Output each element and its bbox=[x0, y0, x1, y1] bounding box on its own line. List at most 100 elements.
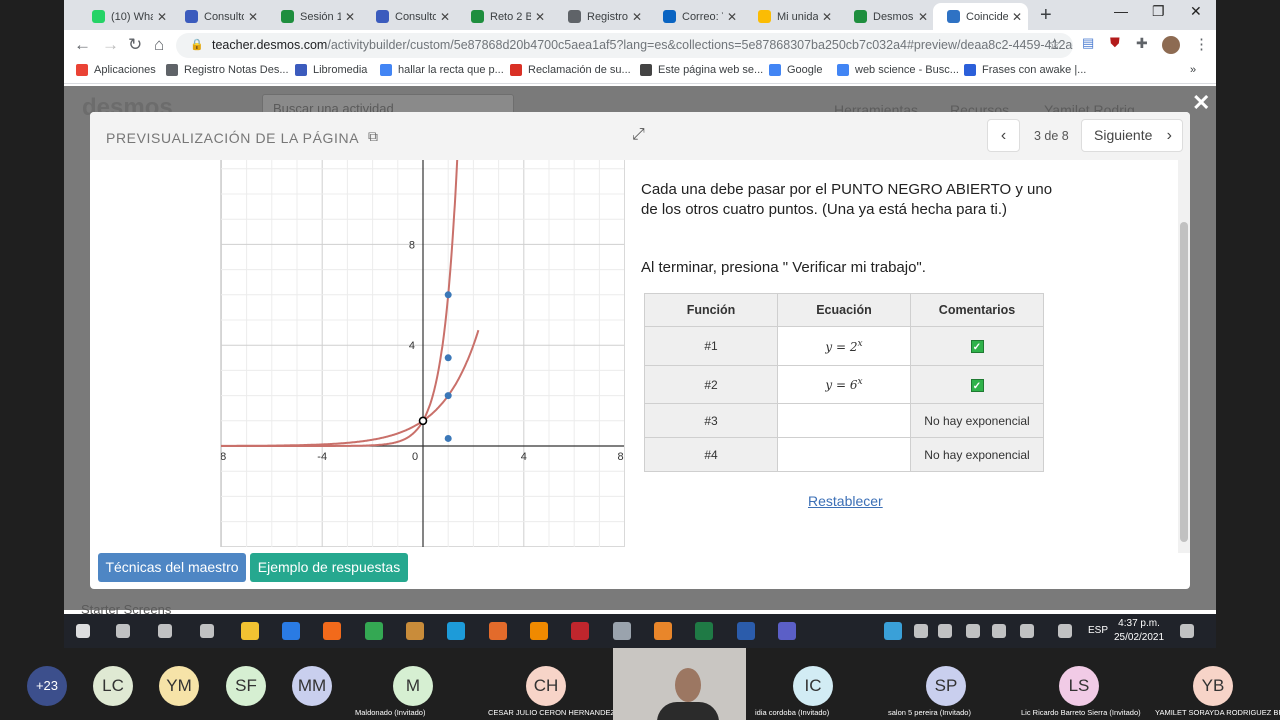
equation-input[interactable]: y = 2x bbox=[777, 326, 911, 366]
app-icon[interactable] bbox=[571, 622, 589, 640]
firefox-icon[interactable] bbox=[323, 622, 341, 640]
docs-extension-icon[interactable]: ▤ bbox=[1082, 35, 1094, 51]
volume-icon[interactable] bbox=[992, 624, 1006, 638]
browser-tab[interactable]: Consulto ✕ bbox=[362, 3, 456, 30]
back-icon[interactable]: ← bbox=[74, 35, 91, 55]
tab-close-icon[interactable]: ✕ bbox=[1012, 10, 1022, 24]
next-page-button[interactable]: Siguiente › bbox=[1081, 119, 1183, 152]
expand-icon[interactable]: ⤢ bbox=[632, 126, 645, 144]
modal-scrollbar[interactable] bbox=[1178, 160, 1190, 553]
word-icon[interactable] bbox=[737, 622, 755, 640]
bookmark-item[interactable]: Reclamación de su... bbox=[510, 64, 631, 76]
battery-icon[interactable] bbox=[938, 624, 952, 638]
bookmark-item[interactable]: Este página web se... bbox=[640, 64, 763, 76]
ublock-extension-icon[interactable]: ⛊ bbox=[1110, 35, 1120, 51]
new-tab-button[interactable]: + bbox=[1040, 4, 1052, 27]
edge-icon[interactable] bbox=[447, 622, 465, 640]
copy-icon[interactable]: ⧉ bbox=[368, 128, 378, 145]
more-bookmarks-icon[interactable]: » bbox=[1190, 64, 1196, 76]
tab-close-icon[interactable]: ✕ bbox=[632, 10, 642, 24]
file-explorer-icon[interactable] bbox=[241, 622, 259, 640]
tab-close-icon[interactable]: ✕ bbox=[727, 10, 737, 24]
participant-avatar[interactable]: M bbox=[393, 666, 433, 706]
mail-icon[interactable] bbox=[282, 622, 300, 640]
reload-icon[interactable]: ↻ bbox=[128, 35, 142, 55]
participant-avatar[interactable]: SF bbox=[226, 666, 266, 706]
participant-avatar[interactable]: LC bbox=[93, 666, 133, 706]
language-indicator[interactable]: ESP bbox=[1088, 625, 1108, 636]
equation-input[interactable] bbox=[777, 403, 911, 438]
chrome-menu-icon[interactable]: ⋮ bbox=[1194, 35, 1209, 53]
tab-close-icon[interactable]: ✕ bbox=[248, 10, 258, 24]
windows-start-icon[interactable] bbox=[76, 624, 90, 638]
close-preview-icon[interactable]: ✕ bbox=[1192, 90, 1210, 116]
tray-arrow-icon[interactable] bbox=[914, 624, 928, 638]
tab-close-icon[interactable]: ✕ bbox=[345, 10, 355, 24]
clock[interactable]: 4:37 p.m. 25/02/2021 bbox=[1114, 617, 1164, 645]
participant-avatar[interactable]: YM bbox=[159, 666, 199, 706]
tab-close-icon[interactable]: ✕ bbox=[822, 10, 832, 24]
notification-icon[interactable] bbox=[1180, 624, 1194, 638]
app-icon[interactable] bbox=[406, 622, 424, 640]
teams-icon[interactable] bbox=[778, 622, 796, 640]
tab-close-icon[interactable]: ✕ bbox=[440, 10, 450, 24]
more-participants-badge[interactable]: +23 bbox=[27, 666, 67, 706]
geogebra-icon[interactable] bbox=[654, 622, 672, 640]
tab-close-icon[interactable]: ✕ bbox=[157, 10, 167, 24]
browser-tab[interactable]: Registro ✕ bbox=[554, 3, 648, 30]
browser-tab[interactable]: Desmos ✕ bbox=[840, 3, 934, 30]
bookmark-star-icon[interactable]: ☆ bbox=[1048, 35, 1061, 53]
bookmark-item[interactable]: Libromedia bbox=[295, 64, 367, 76]
app-icon[interactable] bbox=[200, 624, 214, 638]
browser-tab[interactable]: Consulto ✕ bbox=[171, 3, 264, 30]
browser-tab[interactable]: Sesión 1 ✕ bbox=[267, 3, 361, 30]
participant-avatar[interactable]: LS bbox=[1059, 666, 1099, 706]
bookmark-item[interactable]: web science - Busc... bbox=[837, 64, 959, 76]
participant-avatar[interactable]: YB bbox=[1193, 666, 1233, 706]
equation-input[interactable]: y = 6x bbox=[777, 365, 911, 404]
previous-page-button[interactable]: ‹ bbox=[987, 119, 1020, 152]
close-window-icon[interactable]: ✕ bbox=[1190, 3, 1202, 20]
teacher-tips-button[interactable]: Técnicas del maestro bbox=[98, 553, 246, 582]
participant-avatar[interactable]: SP bbox=[926, 666, 966, 706]
participant-avatar[interactable]: MM bbox=[292, 666, 332, 706]
forward-icon[interactable]: → bbox=[102, 35, 119, 55]
wifi-icon[interactable] bbox=[966, 624, 980, 638]
bookmark-item[interactable]: Aplicaciones bbox=[76, 64, 156, 76]
display-icon[interactable] bbox=[1058, 624, 1072, 638]
participant-avatar[interactable]: IC bbox=[793, 666, 833, 706]
scrollbar-thumb[interactable] bbox=[1180, 222, 1188, 542]
reset-link[interactable]: Restablecer bbox=[808, 493, 883, 509]
desmos-graph[interactable]: -8 -4 0 4 8 4 8 bbox=[195, 157, 651, 547]
browser-tab[interactable]: (10) Wha ✕ bbox=[78, 3, 173, 30]
tab-close-icon[interactable]: ✕ bbox=[535, 10, 545, 24]
sample-answers-button[interactable]: Ejemplo de respuestas bbox=[250, 553, 408, 582]
equation-input[interactable] bbox=[777, 437, 911, 472]
vlc-icon[interactable] bbox=[530, 622, 548, 640]
tab-close-icon[interactable]: ✕ bbox=[918, 10, 928, 24]
app-icon[interactable] bbox=[613, 622, 631, 640]
browser-tab[interactable]: Coincide ✕ bbox=[933, 3, 1028, 30]
graph-canvas[interactable]: -8 -4 0 4 8 4 8 bbox=[195, 157, 651, 547]
browser-tab[interactable]: Reto 2 Ba ✕ bbox=[457, 3, 551, 30]
home-icon[interactable]: ⌂ bbox=[154, 35, 164, 55]
bookmark-item[interactable]: Registro Notas Des... bbox=[166, 64, 289, 76]
help-icon[interactable] bbox=[884, 622, 902, 640]
keyboard-icon[interactable] bbox=[1020, 624, 1034, 638]
task-view-icon[interactable] bbox=[116, 624, 130, 638]
minimize-icon[interactable]: — bbox=[1114, 3, 1128, 19]
browser-tab[interactable]: Correo: Y ✕ bbox=[649, 3, 743, 30]
dropbox-icon[interactable] bbox=[158, 624, 172, 638]
excel-icon[interactable] bbox=[695, 622, 713, 640]
extensions-icon[interactable]: ✚ bbox=[1136, 35, 1148, 52]
app-icon[interactable] bbox=[489, 622, 507, 640]
browser-tab[interactable]: Mi unida ✕ bbox=[744, 3, 838, 30]
restore-icon[interactable]: ❐ bbox=[1152, 3, 1165, 20]
bookmark-item[interactable]: hallar la recta que p... bbox=[380, 64, 504, 76]
profile-avatar[interactable] bbox=[1162, 36, 1180, 54]
participant-avatar[interactable]: CH bbox=[526, 666, 566, 706]
address-bar[interactable]: 🔒 teacher.desmos.com/activitybuilder/cust… bbox=[176, 33, 1073, 58]
bookmark-item[interactable]: Frases con awake |... bbox=[964, 64, 1086, 76]
bookmark-item[interactable]: Google bbox=[769, 64, 822, 76]
chrome-icon[interactable] bbox=[365, 622, 383, 640]
